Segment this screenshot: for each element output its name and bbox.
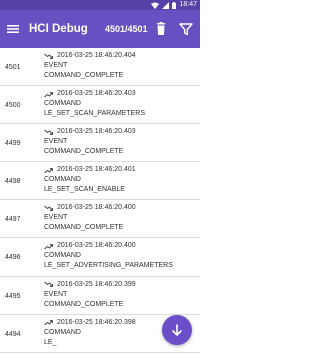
entry-index: 4499 (5, 140, 21, 148)
entry-type: EVENT (44, 214, 68, 222)
entry-timestamp: 2016-03-25 18:46:20.400 (57, 204, 136, 212)
entry-type: EVENT (44, 290, 68, 298)
wifi-icon (151, 2, 160, 9)
arrow-down-icon (172, 324, 182, 336)
entry-name: LE_SET_ADVERTISING_PARAMETERS (44, 262, 173, 270)
entry-type: EVENT (44, 138, 68, 146)
entry-timestamp: 2016-03-25 18:46:20.400 (57, 242, 136, 250)
list-item[interactable]: 4496 2016-03-25 18:46:20.400 COMMAND LE_… (0, 238, 200, 277)
battery-icon (172, 1, 177, 9)
entry-timestamp: 2016-03-25 18:46:20.398 (57, 318, 136, 326)
arrow-incoming-icon (44, 205, 53, 211)
status-bar: 18:47 (0, 0, 200, 10)
filter-icon[interactable] (178, 21, 194, 37)
arrow-outgoing-icon (44, 167, 53, 174)
entry-type: COMMAND (44, 176, 81, 184)
entry-type: COMMAND (44, 328, 81, 336)
list-item[interactable]: 4499 2016-03-25 18:46:20.403 EVENT COMMA… (0, 124, 200, 163)
entry-name: LE_ (44, 338, 57, 346)
entry-index: 4496 (5, 254, 21, 262)
arrow-outgoing-icon (44, 243, 53, 250)
entry-timestamp: 2016-03-25 18:46:20.399 (57, 280, 136, 288)
entry-name: COMMAND_COMPLETE (44, 148, 124, 156)
page-title: HCI Debug (29, 23, 88, 35)
entry-type: COMMAND (44, 100, 81, 108)
signal-icon (162, 1, 170, 9)
list-item[interactable]: 4498 2016-03-25 18:46:20.401 COMMAND LE_… (0, 162, 200, 201)
entry-name: LE_SET_SCAN_ENABLE (44, 186, 125, 194)
list-item[interactable]: 4495 2016-03-25 18:46:20.399 EVENT COMMA… (0, 277, 200, 315)
entry-timestamp: 2016-03-25 18:46:20.403 (57, 90, 136, 98)
arrow-incoming-icon (44, 129, 53, 135)
arrow-incoming-icon (44, 281, 53, 288)
entry-name: COMMAND_COMPLETE (44, 224, 124, 232)
entry-type: EVENT (44, 62, 68, 69)
entry-counter: 4501/4501 (105, 24, 148, 34)
entry-index: 4501 (5, 64, 21, 71)
list-item[interactable]: 4497 2016-03-25 18:46:20.400 EVENT COMMA… (0, 200, 200, 239)
menu-icon[interactable] (5, 21, 21, 37)
scroll-to-bottom-button[interactable] (162, 315, 192, 345)
entry-name: LE_SET_SCAN_PARAMETERS (44, 110, 146, 118)
hci-log-list[interactable]: 4501 2016-03-25 18:46:20.404 EVENT COMMA… (0, 48, 200, 355)
entry-timestamp: 2016-03-25 18:46:20.403 (57, 128, 136, 136)
entry-type: COMMAND (44, 252, 81, 260)
arrow-outgoing-icon (44, 320, 53, 326)
app-toolbar: HCI Debug 4501/4501 (0, 10, 200, 48)
arrow-incoming-icon (44, 53, 53, 59)
status-icons: 18:47 (151, 0, 197, 10)
trash-icon[interactable] (152, 20, 170, 38)
entry-timestamp: 2016-03-25 18:46:20.401 (57, 166, 136, 174)
entry-index: 4500 (5, 102, 21, 110)
entry-index: 4494 (5, 330, 21, 338)
list-item[interactable]: 4500 2016-03-25 18:46:20.403 COMMAND LE_… (0, 86, 200, 125)
arrow-outgoing-icon (44, 91, 53, 97)
entry-index: 4495 (5, 292, 21, 300)
entry-name: COMMAND_COMPLETE (44, 300, 124, 308)
entry-name: COMMAND_COMPLETE (44, 72, 124, 79)
list-item[interactable]: 4501 2016-03-25 18:46:20.404 EVENT COMMA… (0, 48, 200, 87)
entry-index: 4498 (5, 178, 21, 186)
entry-index: 4497 (5, 216, 21, 224)
status-time: 18:47 (179, 1, 197, 8)
entry-timestamp: 2016-03-25 18:46:20.404 (57, 52, 136, 59)
